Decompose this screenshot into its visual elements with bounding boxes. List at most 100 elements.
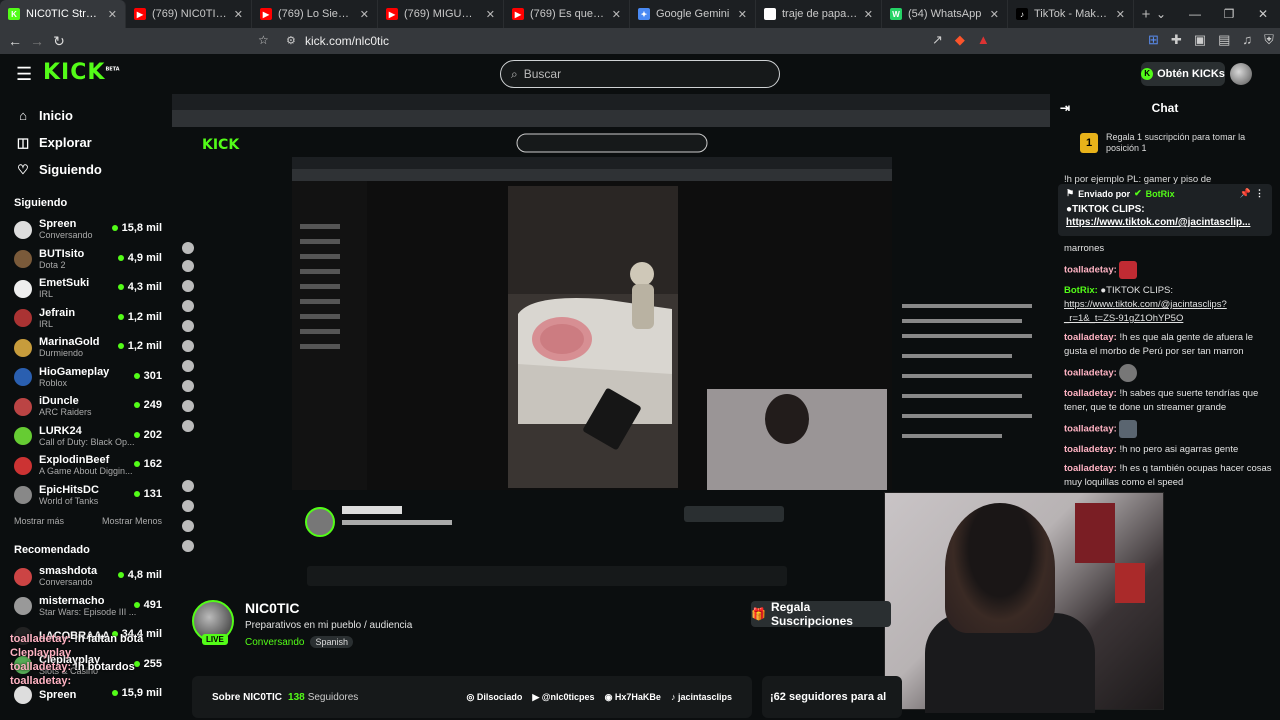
url-field[interactable]: kick.com/nlc0tic	[305, 34, 389, 48]
home-icon: ⌂	[19, 108, 27, 123]
browser-tab[interactable]: ✦ Google Gemini ✕	[630, 0, 756, 28]
vpn-icon[interactable]: ⛨	[1264, 32, 1274, 48]
get-kicks-button[interactable]: K Obtén KICKs	[1141, 62, 1225, 86]
maximize-button[interactable]: ❐	[1212, 0, 1246, 28]
more-options-icon[interactable]: ⋮	[1255, 188, 1264, 199]
tab-close-icon[interactable]: ✕	[864, 8, 873, 21]
share-icon[interactable]: ↗	[932, 32, 943, 48]
live-dot-icon	[117, 572, 124, 578]
compass-icon: ◫	[16, 134, 30, 150]
rewards-icon[interactable]: ▲	[977, 32, 990, 48]
tab-close-icon[interactable]: ✕	[108, 8, 117, 21]
social-link[interactable]: ◉ Hx7HaKBe	[605, 692, 661, 703]
unpin-icon[interactable]: 📌	[1240, 188, 1251, 199]
browser-tab[interactable]: ▶ (769) MIGUEL VS 33 MUJE ✕	[378, 0, 504, 28]
channel-item[interactable]: MarinaGold Durmiendo 1,2 mil	[0, 333, 172, 363]
channel-item[interactable]: smashdota Conversando 4,8 mil	[0, 562, 172, 592]
gift-subs-button[interactable]: 🎁 Regala Suscripciones	[751, 600, 891, 628]
browser-tab[interactable]: ▶ (769) NIC0TIC - YouTube ✕	[126, 0, 252, 28]
show-less-button[interactable]: Mostrar Menos	[102, 516, 162, 526]
person-head	[945, 503, 1055, 633]
bookmark-icon[interactable]: ☆	[258, 33, 269, 47]
reload-icon[interactable]: ↻	[48, 33, 70, 50]
search-icon: ⌕	[511, 66, 518, 81]
close-window-button[interactable]: ✕	[1246, 0, 1280, 28]
chat-username[interactable]: toalladetay:	[1064, 444, 1117, 455]
nav-item-inicio[interactable]: ⌂ Inicio	[0, 102, 172, 129]
chat-link[interactable]: https://www.tiktok.com/@jacintasclips?_r…	[1064, 299, 1227, 324]
forward-icon[interactable]: →	[26, 33, 48, 49]
tab-close-icon[interactable]: ✕	[360, 8, 369, 21]
streamer-name[interactable]: NIC0TIC	[245, 600, 299, 616]
channel-item[interactable]: LURK24 Call of Duty: Black Op... 202	[0, 422, 172, 452]
hamburger-menu-icon[interactable]: ☰	[16, 64, 32, 85]
channel-item[interactable]: HioGameplay Roblox 301	[0, 363, 172, 393]
live-dot-icon	[117, 284, 124, 290]
minimize-button[interactable]: —	[1178, 0, 1212, 28]
browser-tab[interactable]: ▶ (769) Es que valeria regres ✕	[504, 0, 630, 28]
channel-item[interactable]: Jefrain IRL 1,2 mil	[0, 304, 172, 334]
tab-close-icon[interactable]: ✕	[234, 8, 243, 21]
collapse-chat-icon[interactable]: ⇥	[1060, 101, 1070, 115]
user-avatar[interactable]	[1230, 63, 1252, 85]
channel-avatar	[14, 597, 32, 616]
brave-shield-icon[interactable]: ◆	[955, 32, 965, 48]
stream-category[interactable]: Conversando	[245, 637, 304, 648]
browser-tab[interactable]: K NIC0TIC Stream - V ✕	[0, 0, 126, 28]
chat-header: ⇥ Chat	[1060, 101, 1179, 115]
chat-username[interactable]: BotRix:	[1064, 285, 1098, 296]
chat-username[interactable]: toalladetay:	[1064, 388, 1117, 399]
about-title: Sobre NIC0TIC	[212, 691, 283, 703]
chat-username[interactable]: toalladetay:	[1064, 463, 1117, 474]
pinned-message[interactable]: ⚑ Enviado por ✔ BotRix 📌 ⋮ ●TIKTOK CLIPS…	[1058, 184, 1272, 236]
kick-logo[interactable]: KICKBETA	[43, 60, 120, 85]
followers-count: 138	[288, 691, 305, 703]
wallet-icon[interactable]: ▤	[1218, 32, 1230, 48]
recommended-title: Recomendado	[14, 544, 90, 556]
channel-avatar	[14, 279, 32, 298]
browser-tab[interactable]: ▶ (769) Lo Siento BB:/ - Tainy ✕	[252, 0, 378, 28]
channel-item[interactable]: Spreen Conversando 15,8 mil	[0, 215, 172, 245]
translate-icon[interactable]: ⊞	[1148, 32, 1159, 48]
pinned-link[interactable]: https://www.tiktok.com/@jacintasclip...	[1066, 217, 1250, 228]
channel-avatar	[14, 567, 32, 586]
social-link[interactable]: ▶ @nlc0ticpes	[532, 692, 594, 703]
extensions-icon[interactable]: ✚	[1171, 32, 1182, 48]
channel-item[interactable]: misternacho Star Wars: Episode III ... 491	[0, 592, 172, 622]
chat-username[interactable]: toalladetay:	[1064, 368, 1117, 379]
channel-item[interactable]: iDuncle ARC Raiders 249	[0, 392, 172, 422]
language-tag[interactable]: Spanish	[310, 636, 354, 648]
nav-item-siguiendo[interactable]: ♡ Siguiendo	[0, 156, 172, 183]
tab-close-icon[interactable]: ✕	[1116, 8, 1125, 21]
channel-avatar	[14, 250, 32, 269]
nav-item-explorar[interactable]: ◫ Explorar	[0, 129, 172, 156]
chat-username[interactable]: toalladetay:	[1064, 265, 1117, 276]
tab-close-icon[interactable]: ✕	[990, 8, 999, 21]
channel-name: Jefrain	[39, 306, 76, 319]
gift-leaderboard-banner[interactable]: 1 Regala 1 suscripción para tomar la pos…	[1080, 132, 1272, 154]
social-link[interactable]: ♪ jacintasclips	[671, 692, 732, 703]
back-icon[interactable]: ←	[4, 33, 26, 49]
sidebar-panel-icon[interactable]: ▣	[1194, 32, 1206, 48]
tab-search-icon[interactable]: ⌄	[1144, 0, 1178, 28]
overlay-username: toalladetay:	[10, 675, 72, 687]
channel-item[interactable]: EmetSuki IRL 4,3 mil	[0, 274, 172, 304]
site-info-icon[interactable]: ⚙	[286, 34, 296, 47]
browser-tab[interactable]: Gtraje de papa noel disfraz ✕	[756, 0, 882, 28]
social-link[interactable]: ◎ Dilsociado	[466, 692, 522, 703]
browser-tab[interactable]: ♪ TikTok - Make Your Day ✕	[1008, 0, 1134, 28]
music-icon[interactable]: ♫	[1242, 32, 1252, 48]
tab-close-icon[interactable]: ✕	[612, 8, 621, 21]
show-more-button[interactable]: Mostrar más	[14, 516, 64, 526]
search-input[interactable]: ⌕ Buscar	[500, 60, 780, 88]
chat-username[interactable]: toalladetay:	[1064, 424, 1117, 435]
channel-item[interactable]: EpicHitsDC World of Tanks 131	[0, 481, 172, 511]
channel-item[interactable]: ExplodinBeef A Game About Diggin... 162	[0, 451, 172, 481]
tab-close-icon[interactable]: ✕	[486, 8, 495, 21]
chat-username[interactable]: toalladetay:	[1064, 332, 1117, 343]
chat-message: toalladetay:	[1064, 261, 1272, 279]
channel-item[interactable]: BUTIsito Dota 2 4,9 mil	[0, 245, 172, 275]
browser-tab[interactable]: W (54) WhatsApp ✕	[882, 0, 1008, 28]
tab-close-icon[interactable]: ✕	[738, 8, 747, 21]
tab-label: (54) WhatsApp	[908, 8, 982, 20]
